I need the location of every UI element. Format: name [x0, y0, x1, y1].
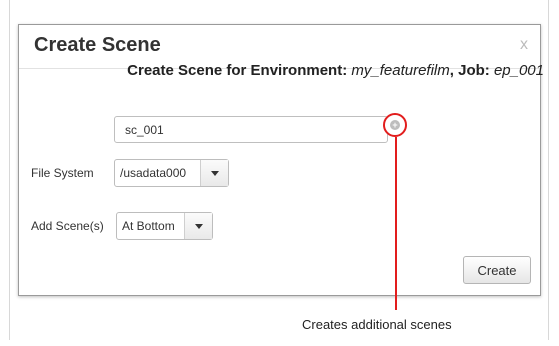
file-system-dropdown-toggle[interactable] — [200, 160, 228, 186]
environment-name: my_featurefilm — [351, 62, 450, 79]
add-scene-button[interactable]: + — [383, 113, 407, 137]
file-system-select[interactable]: /usadata000 — [114, 159, 229, 187]
file-system-value: /usadata000 — [120, 166, 187, 180]
dialog-title: Create Scene — [34, 34, 161, 56]
add-scenes-value: At Bottom — [122, 219, 175, 233]
job-name: ep_001 — [493, 62, 544, 79]
create-button[interactable]: Create — [463, 256, 531, 284]
subtitle-prefix: Create Scene for Environment: — [127, 62, 348, 79]
caret-down-icon — [210, 170, 219, 176]
scene-name-input[interactable] — [114, 116, 388, 143]
callout-text: Creates additional scenes — [302, 317, 452, 332]
callout-line — [395, 137, 397, 310]
job-label: , Job: — [449, 62, 490, 79]
add-scenes-select[interactable]: At Bottom — [116, 212, 213, 240]
add-scenes-dropdown-toggle[interactable] — [184, 213, 212, 239]
dialog-subtitle: Create Scene for Environment: my_feature… — [34, 62, 544, 79]
plus-circle-icon: + — [390, 120, 400, 130]
add-scenes-label: Add Scene(s) — [31, 219, 104, 233]
caret-down-icon — [194, 223, 203, 229]
file-system-label: File System — [31, 166, 94, 180]
close-button[interactable]: x — [520, 36, 528, 54]
